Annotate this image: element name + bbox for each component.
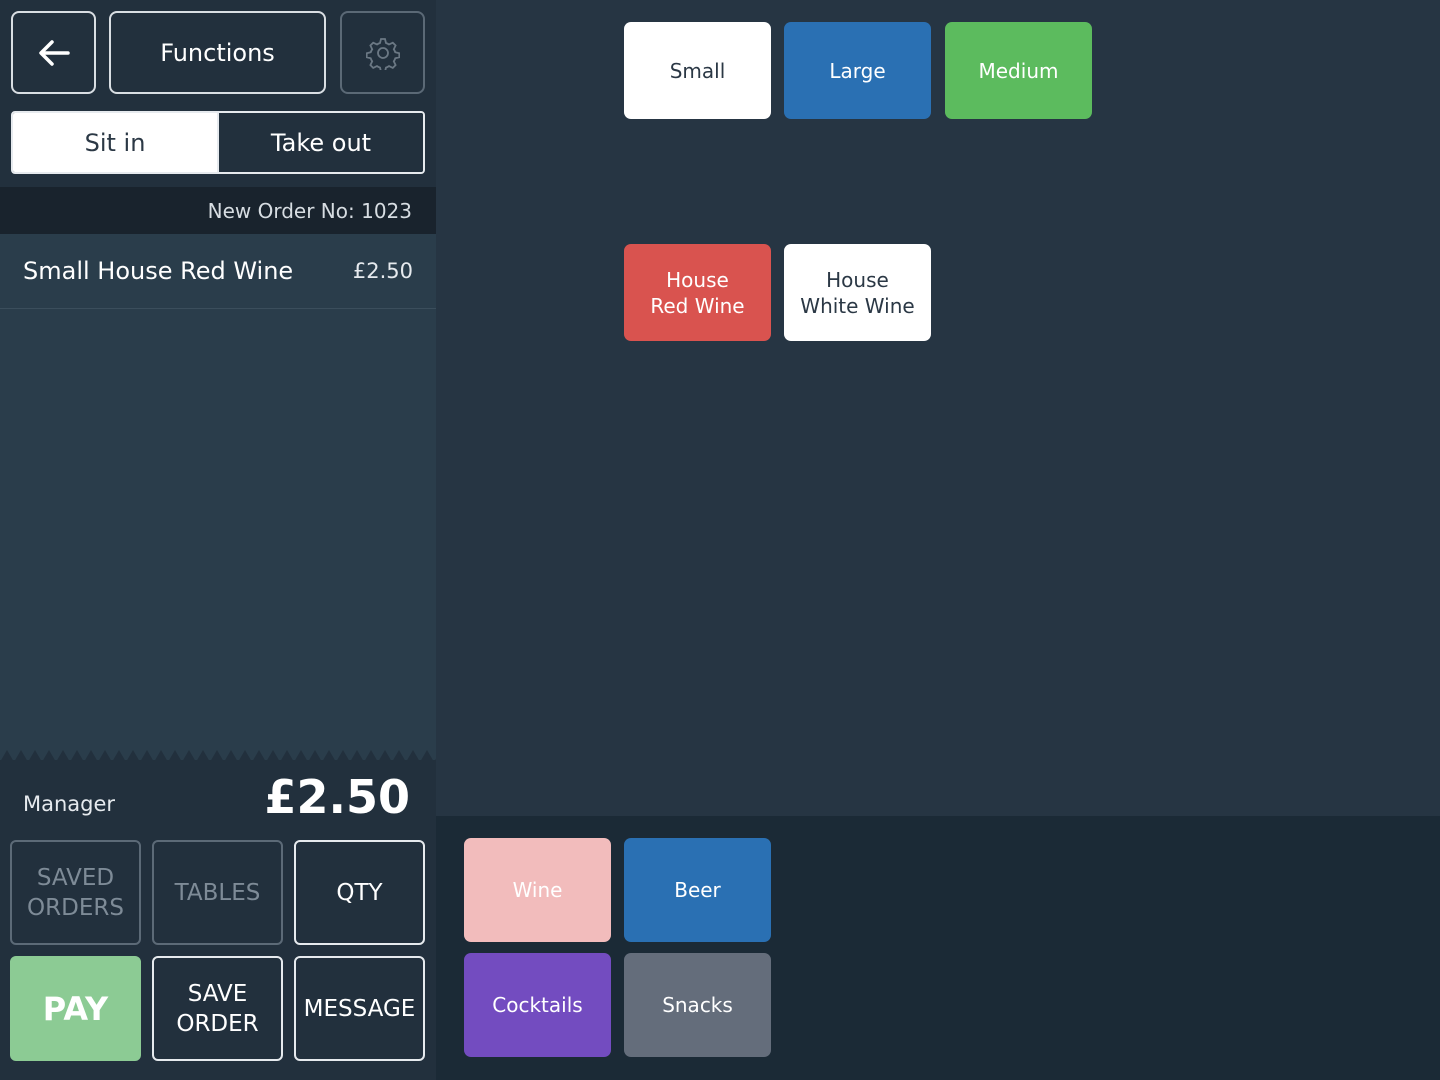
arrow-left-icon bbox=[38, 39, 70, 66]
save-order-button[interactable]: SAVE ORDER bbox=[152, 956, 283, 1061]
order-number-header: New Order No: 1023 bbox=[0, 187, 436, 234]
item-price: £2.50 bbox=[352, 259, 413, 283]
user-name: Manager bbox=[23, 792, 116, 816]
category-snacks[interactable]: Snacks bbox=[624, 953, 771, 1057]
pos-app: Functions Sit in Take out New Order No: … bbox=[0, 0, 1440, 1080]
message-button[interactable]: MESSAGE bbox=[294, 956, 425, 1061]
qty-button[interactable]: QTY bbox=[294, 840, 425, 945]
order-total: £2.50 bbox=[264, 770, 410, 824]
size-small-button[interactable]: Small bbox=[624, 22, 771, 119]
order-line-item[interactable]: Small House Red Wine £2.50 bbox=[0, 234, 436, 309]
category-wine[interactable]: Wine bbox=[464, 838, 611, 942]
pay-button[interactable]: PAY bbox=[10, 956, 141, 1061]
gear-icon bbox=[365, 37, 400, 70]
category-beer[interactable]: Beer bbox=[624, 838, 771, 942]
saved-orders-button[interactable]: SAVED ORDERS bbox=[10, 840, 141, 945]
order-type-toggle: Sit in Take out bbox=[11, 111, 425, 174]
item-name: Small House Red Wine bbox=[23, 257, 294, 285]
category-bar: Wine Beer Cocktails Snacks bbox=[436, 816, 1440, 1080]
order-number: New Order No: 1023 bbox=[207, 198, 412, 223]
size-medium-button[interactable]: Medium bbox=[945, 22, 1092, 119]
sit-in-tab[interactable]: Sit in bbox=[13, 113, 217, 172]
take-out-tab[interactable]: Take out bbox=[217, 113, 423, 172]
order-panel: Functions Sit in Take out New Order No: … bbox=[0, 0, 436, 1080]
size-large-button[interactable]: Large bbox=[784, 22, 931, 119]
category-cocktails[interactable]: Cocktails bbox=[464, 953, 611, 1057]
back-button[interactable] bbox=[11, 11, 96, 94]
order-list: Small House Red Wine £2.50 bbox=[0, 234, 436, 760]
product-house-white-wine[interactable]: House White Wine bbox=[784, 244, 931, 341]
functions-button[interactable]: Functions bbox=[109, 11, 326, 94]
settings-button[interactable] bbox=[340, 11, 425, 94]
tables-button[interactable]: TABLES bbox=[152, 840, 283, 945]
product-house-red-wine[interactable]: House Red Wine bbox=[624, 244, 771, 341]
receipt-edge bbox=[0, 750, 436, 762]
functions-label: Functions bbox=[160, 38, 275, 67]
